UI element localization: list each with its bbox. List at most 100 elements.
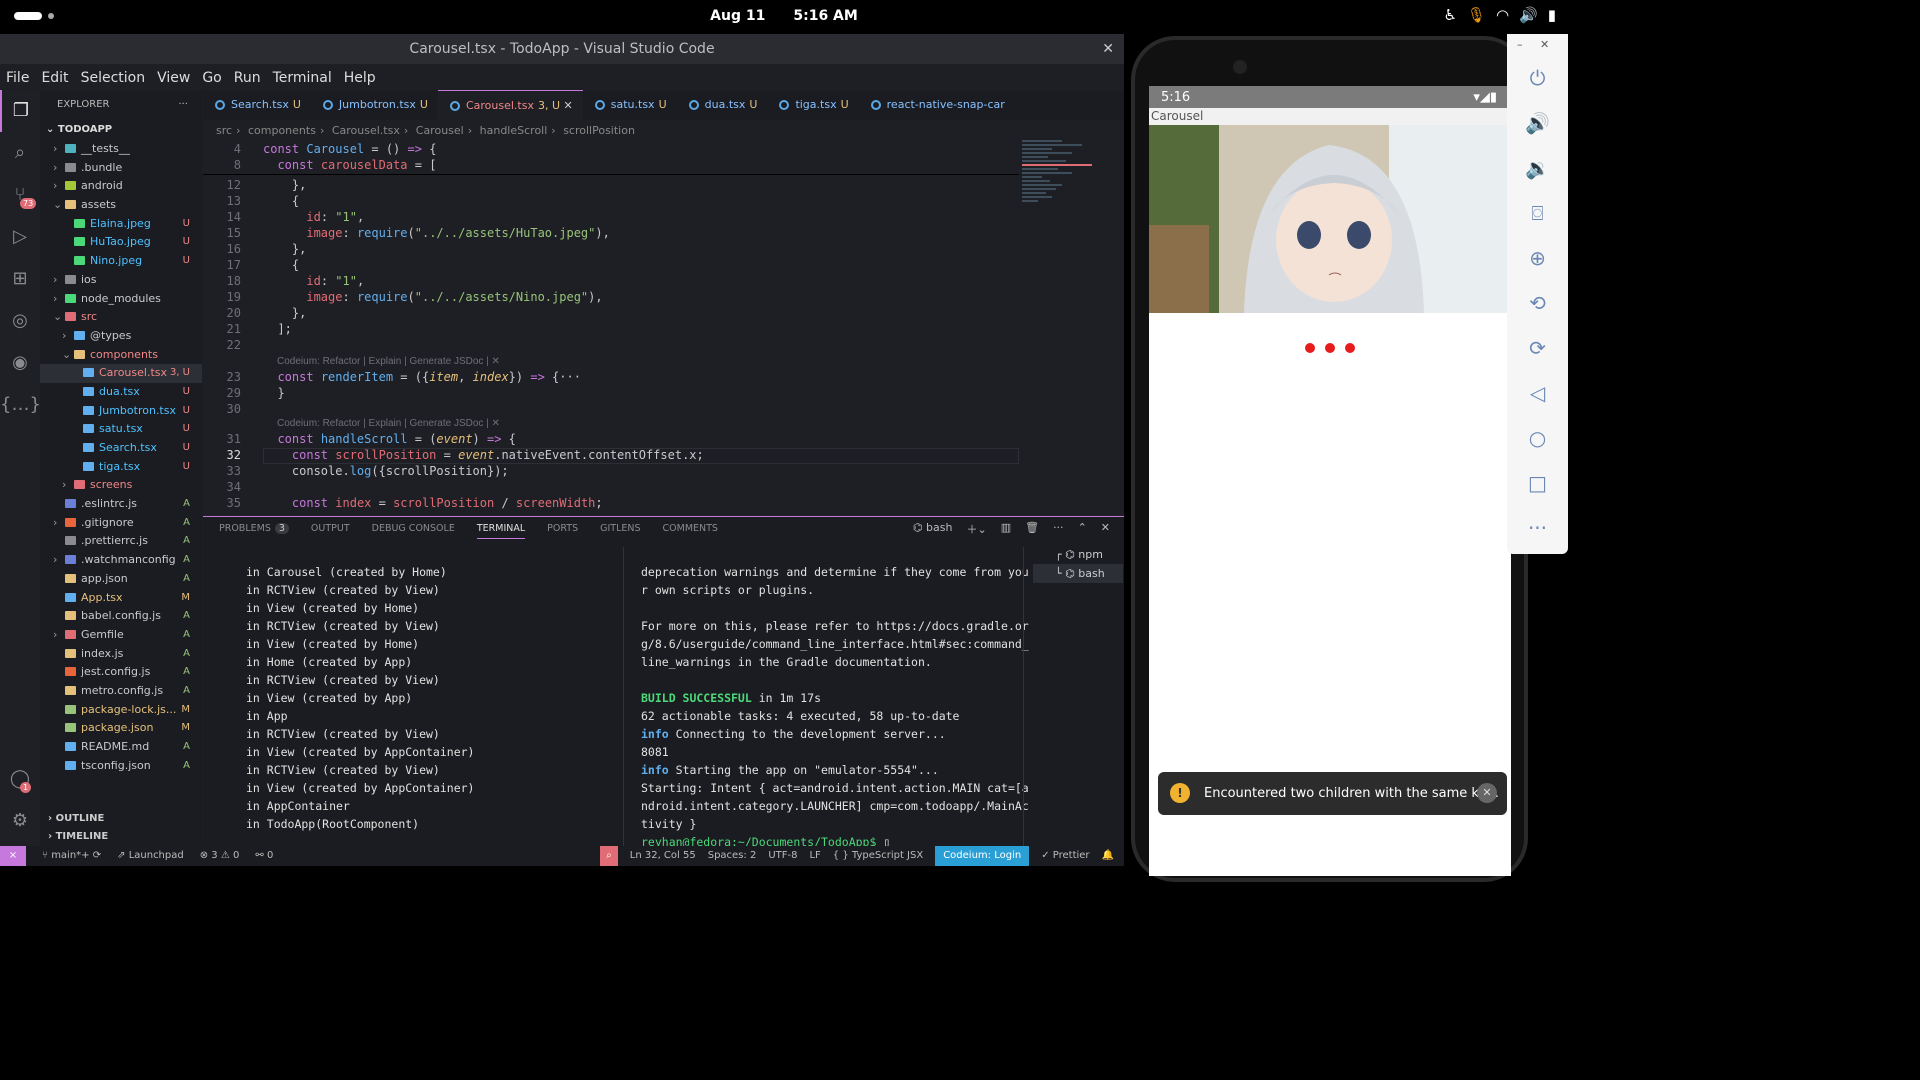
file-tree-item[interactable]: Search.tsx U (40, 439, 202, 458)
outline-section[interactable]: › OUTLINE (40, 810, 202, 828)
split-terminal-icon[interactable]: ▥ (1001, 521, 1011, 537)
more-actions-icon[interactable]: ··· (178, 90, 188, 120)
pagination-dot[interactable] (1325, 343, 1335, 353)
camera-icon[interactable]: ⌼ (1507, 191, 1568, 236)
line-endings[interactable]: LF (809, 846, 820, 866)
tab-dua-tsx[interactable]: dua.tsx U (677, 90, 768, 120)
pagination-dot[interactable] (1345, 343, 1355, 353)
problems-indicator[interactable]: ⊗ 3 ⚠ 0 (200, 846, 240, 866)
file-tree-item[interactable]: package-lock.js... M (40, 701, 202, 720)
file-tree-item[interactable]: .eslintrc.js A (40, 495, 202, 514)
cursor-position[interactable]: Ln 32, Col 55 (630, 846, 696, 866)
dismiss-icon[interactable]: ✕ (1477, 783, 1497, 803)
volume-down-icon[interactable]: 🔉 (1507, 146, 1568, 191)
remote-indicator[interactable]: ⨯ (0, 846, 26, 866)
menu-edit[interactable]: Edit (35, 66, 74, 90)
tab-search-tsx[interactable]: Search.tsx U (203, 90, 311, 120)
settings-gear-icon[interactable]: ⚙ (0, 800, 40, 842)
file-tree-item[interactable]: › @types (40, 327, 202, 346)
pagination-dot[interactable] (1305, 343, 1315, 353)
breadcrumb-item[interactable]: Carousel.tsx (332, 124, 400, 137)
rotate-left-icon[interactable]: ⟲ (1507, 281, 1568, 326)
file-tree-item[interactable]: › .watchmanconfig A (40, 551, 202, 570)
logbox-warning-toast[interactable]: ! Encountered two children with the same… (1158, 772, 1507, 815)
breadcrumb-item[interactable]: handleScroll (480, 124, 548, 137)
tab-ports[interactable]: PORTS (547, 523, 578, 539)
file-tree-item[interactable]: jest.config.js A (40, 663, 202, 682)
tab-react-native-snap-car[interactable]: react-native-snap-car (859, 90, 1019, 120)
notifications-bell-icon[interactable]: 🔔 (1102, 846, 1114, 866)
file-tree-item[interactable]: app.json A (40, 570, 202, 589)
explorer-icon[interactable]: ❐ (0, 90, 40, 132)
menu-selection[interactable]: Selection (75, 66, 152, 90)
more-icon[interactable]: ··· (1053, 521, 1064, 537)
indentation[interactable]: Spaces: 2 (708, 846, 757, 866)
file-tree-item[interactable]: › node_modules (40, 290, 202, 309)
carousel-image[interactable] (1149, 125, 1511, 313)
language-mode[interactable]: { } TypeScript JSX (833, 846, 923, 866)
close-panel-icon[interactable]: ✕ (1101, 521, 1110, 537)
power-icon[interactable]: ⏻ (1507, 56, 1568, 101)
terminal-left[interactable]: in Carousel (created by Home) in RCTView … (246, 563, 474, 833)
encoding[interactable]: UTF-8 (768, 846, 797, 866)
microphone-icon[interactable]: 🎙 (1467, 6, 1486, 24)
home-icon[interactable]: ○ (1507, 416, 1568, 461)
codeium-codelens[interactable]: Codeium: Refactor | Explain | Generate J… (277, 418, 500, 429)
breadcrumb-item[interactable]: scrollPosition (563, 124, 635, 137)
menu-terminal[interactable]: Terminal (267, 66, 338, 90)
file-tree-item[interactable]: index.js A (40, 645, 202, 664)
launchpad-button[interactable]: ⇗ Launchpad (117, 846, 184, 866)
tab-debug-console[interactable]: DEBUG CONSOLE (372, 523, 455, 539)
phone-screen[interactable]: 5:16 ▾◢▮ Carousel ! Encountered two child… (1149, 86, 1511, 876)
breadcrumb-item[interactable]: src (216, 124, 232, 137)
close-icon[interactable]: ✕ (1102, 34, 1114, 64)
new-terminal-icon[interactable]: ＋⌄ (966, 521, 986, 537)
breadcrumb-item[interactable]: components (248, 124, 316, 137)
menu-go[interactable]: Go (196, 66, 227, 90)
tab-carousel-tsx[interactable]: Carousel.tsx 3, U ✕ (437, 90, 583, 120)
run-debug-icon[interactable]: ▷ (0, 216, 40, 258)
file-tree-item[interactable]: ⌄ assets (40, 196, 202, 215)
code-editor[interactable]: 4 const Carousel = () => { 8 const carous… (203, 138, 1113, 516)
file-tree-item[interactable]: › ios (40, 271, 202, 290)
accessibility-icon[interactable]: ♿ (1443, 6, 1456, 24)
more-options-icon[interactable]: ··· (1507, 506, 1568, 551)
codeium-login[interactable]: Codeium: Login (935, 846, 1030, 866)
zoom-icon[interactable]: ⊕ (1507, 236, 1568, 281)
file-tree-item[interactable]: ⌄ components (40, 346, 202, 365)
tab-jumbotron-tsx[interactable]: Jumbotron.tsx U (311, 90, 438, 120)
file-tree-item[interactable]: App.tsx M (40, 589, 202, 608)
tab-comments[interactable]: COMMENTS (663, 523, 718, 539)
file-tree-item[interactable]: › __tests__ (40, 140, 202, 159)
file-tree-item[interactable]: tsconfig.json A (40, 757, 202, 776)
prettier-status[interactable]: ✓ Prettier (1041, 846, 1089, 866)
file-tree-item[interactable]: Elaina.jpeg U (40, 215, 202, 234)
overview-icon[interactable]: □ (1507, 461, 1568, 506)
menu-help[interactable]: Help (338, 66, 382, 90)
file-tree-item[interactable]: satu.tsx U (40, 420, 202, 439)
file-tree-item[interactable]: Jumbotron.tsx U (40, 402, 202, 421)
file-tree-item[interactable]: babel.config.js A (40, 607, 202, 626)
workspace-root[interactable]: ⌄ TODOAPP (40, 120, 202, 140)
file-tree-item[interactable]: metro.config.js A (40, 682, 202, 701)
tab-output[interactable]: OUTPUT (311, 523, 350, 539)
file-tree-item[interactable]: HuTao.jpeg U (40, 233, 202, 252)
breadcrumb-item[interactable]: Carousel (416, 124, 464, 137)
file-tree-item[interactable]: › screens (40, 476, 202, 495)
file-tree-item[interactable]: README.md A (40, 738, 202, 757)
terminal-shell-selector[interactable]: ⌬ bash (913, 521, 953, 537)
remote-explorer-icon[interactable]: ◉ (0, 342, 40, 384)
maximize-panel-icon[interactable]: ⌃ (1078, 521, 1087, 537)
wifi-icon[interactable]: ◠ (1496, 6, 1509, 24)
codeium-icon[interactable]: {…} (0, 384, 41, 426)
ports-indicator[interactable]: ⚯ 0 (255, 846, 273, 866)
back-icon[interactable]: ◁ (1507, 371, 1568, 416)
search-icon[interactable]: ⌕ (0, 132, 40, 174)
tab-satu-tsx[interactable]: satu.tsx U (583, 90, 677, 120)
tab-gitlens[interactable]: GITLENS (600, 523, 640, 539)
file-tree-item[interactable]: › Gemfile A (40, 626, 202, 645)
file-tree-item[interactable]: Nino.jpeg U (40, 252, 202, 271)
tab-tiga-tsx[interactable]: tiga.tsx U (767, 90, 858, 120)
file-tree-item[interactable]: › .bundle (40, 159, 202, 178)
file-tree-item[interactable]: package.json M (40, 719, 202, 738)
